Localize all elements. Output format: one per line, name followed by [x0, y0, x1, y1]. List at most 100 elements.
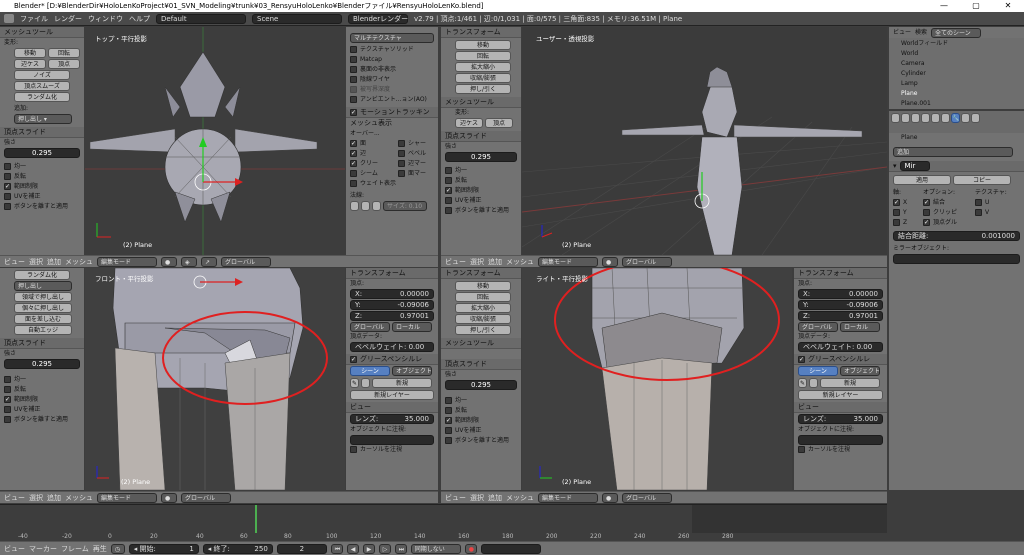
render-tab-icon[interactable]: [891, 113, 900, 123]
record-icon[interactable]: ●: [464, 543, 477, 554]
check-clamp-2[interactable]: ✓ 範囲制限: [4, 395, 80, 405]
tl-view-menu[interactable]: ビュー: [4, 544, 25, 554]
mesh-menu[interactable]: メッシュ: [65, 257, 93, 267]
opt-texture-solid[interactable]: テクスチャソリッド: [350, 45, 434, 55]
r-lens-field[interactable]: レンズ: 35.000: [798, 414, 883, 424]
opt-backface-culling[interactable]: 裏面の非表示: [350, 65, 434, 75]
select-menu-3[interactable]: 選択: [29, 493, 43, 503]
lock-cursor-check[interactable]: カーソルを注視: [346, 445, 438, 455]
axis-y[interactable]: Y: [893, 208, 923, 218]
orientation-selector-3[interactable]: グローバル: [181, 492, 231, 503]
scene-toggle[interactable]: シーン: [350, 366, 390, 376]
timeline[interactable]: -40 -20 0 20 40 60 80 100 120 140 160 18…: [0, 504, 887, 541]
r-new-layer-button[interactable]: 新規レイヤー: [798, 390, 883, 400]
lower-push-pull-button[interactable]: 押し/引く: [455, 325, 511, 335]
move-button[interactable]: 移動: [14, 48, 46, 58]
check-release-confirm-2[interactable]: ボタンを離すと適用: [4, 415, 80, 425]
select-menu-2[interactable]: 選択: [470, 257, 484, 267]
jump-end-icon[interactable]: ⏭: [394, 543, 407, 554]
tl-playback-menu[interactable]: 再生: [93, 544, 107, 554]
mid-rotate-button[interactable]: 回転: [455, 51, 511, 61]
axis-z[interactable]: Z: [893, 218, 923, 228]
select-menu-4[interactable]: 選択: [470, 493, 484, 503]
manipulator-icon[interactable]: ↗: [201, 256, 217, 267]
r-view-header[interactable]: ビュー: [794, 402, 887, 413]
orientation-selector-2[interactable]: グローバル: [622, 256, 672, 267]
grease-pencil-header[interactable]: ✓ グリースペンシルレ: [346, 354, 438, 365]
mode-selector-3[interactable]: 編集モード: [97, 492, 157, 503]
lower-check-flip[interactable]: 反転: [445, 406, 517, 416]
apply-button[interactable]: 適用: [893, 175, 951, 185]
normal-size-field[interactable]: サイズ: 0.10: [383, 201, 427, 211]
tex-u[interactable]: U: [975, 198, 1007, 208]
r-bevel-weight-field[interactable]: ベベルウェイト: 0.00: [798, 342, 883, 352]
editor-type-icon[interactable]: [4, 14, 14, 23]
start-frame-field[interactable]: ◂ 開始: 1: [128, 543, 199, 554]
amount-field-2[interactable]: 0.295: [4, 359, 80, 369]
keying-set-field[interactable]: [480, 543, 541, 554]
r-pin-icon[interactable]: [809, 378, 818, 388]
shading-sphere-icon-2[interactable]: ●: [602, 256, 618, 267]
constraints-tab-icon[interactable]: [941, 113, 950, 123]
play-icon[interactable]: ▶: [362, 543, 375, 554]
scene-tab-icon[interactable]: [911, 113, 920, 123]
opt-dof[interactable]: 被写界深度: [350, 85, 434, 95]
select-menu[interactable]: 選択: [29, 257, 43, 267]
r-object-toggle[interactable]: オブジェクト: [840, 366, 880, 376]
pin-icon[interactable]: [361, 378, 370, 388]
preview-range-icon[interactable]: ◷: [110, 543, 125, 554]
tl-frame-menu[interactable]: フレーム: [61, 544, 89, 554]
outliner-item-plane[interactable]: Plane: [901, 89, 1024, 99]
layout-selector[interactable]: Default: [156, 13, 246, 24]
show-edge-marks[interactable]: 辺マー: [398, 159, 426, 169]
new-layer-button[interactable]: 新規レイヤー: [350, 390, 434, 400]
extrude-dropdown[interactable]: 押し出し ▾: [14, 114, 72, 124]
tl-marker-menu[interactable]: マーカー: [29, 544, 57, 554]
opt-merge[interactable]: ✓ 結合: [923, 198, 975, 208]
menu-help[interactable]: ヘルプ: [129, 14, 150, 24]
show-edges[interactable]: ✓ 辺: [350, 149, 398, 159]
end-frame-field[interactable]: ◂ 終了: 250: [202, 543, 273, 554]
lower-amount-field[interactable]: 0.295: [445, 380, 517, 390]
outliner-view-menu[interactable]: ビュー: [893, 28, 911, 38]
vertex-z-field[interactable]: Z: 0.97001: [350, 311, 434, 321]
show-face-marks[interactable]: 面マー: [398, 169, 426, 179]
outliner-item-camera[interactable]: Camera: [901, 59, 1024, 69]
render-engine-selector[interactable]: Blenderレンダー: [348, 13, 408, 24]
mid-scale-button[interactable]: 拡大縮小: [455, 62, 511, 72]
mode-selector-4[interactable]: 編集モード: [538, 492, 598, 503]
extrude-individual-button[interactable]: 個々に押し出し: [14, 303, 72, 313]
mirror-modifier-header[interactable]: ▾ Mir: [889, 161, 1024, 172]
mid-check-release[interactable]: ボタンを離すと適用: [445, 206, 517, 216]
mesh-menu-2[interactable]: メッシュ: [506, 257, 534, 267]
mid-edge-slide-button[interactable]: 辺ケス: [455, 118, 483, 128]
mid-amount-field[interactable]: 0.295: [445, 152, 517, 162]
r-lock-cursor-check[interactable]: カーソルを注視: [794, 445, 887, 455]
r-grease-pencil-header[interactable]: ✓ グリースペンシルレ: [794, 354, 887, 365]
scene-selector[interactable]: Scene: [252, 13, 342, 24]
mode-selector[interactable]: 編集モード: [97, 256, 157, 267]
lower-scale-button[interactable]: 拡大縮小: [455, 303, 511, 313]
merge-distance-field[interactable]: 結合距離: 0.001000: [893, 231, 1020, 241]
jump-start-icon[interactable]: ⏮: [330, 543, 343, 554]
add-menu-4[interactable]: 追加: [488, 493, 502, 503]
outliner-display-mode[interactable]: 全てのシーン: [931, 27, 982, 38]
outliner-item-plane001[interactable]: Plane.001: [901, 99, 1024, 109]
r-new-button[interactable]: 新規: [820, 378, 880, 388]
edge-slide-button[interactable]: 辺ケス: [14, 59, 46, 69]
local-toggle[interactable]: ローカル: [392, 322, 432, 332]
r-pencil-icon[interactable]: ✎: [798, 378, 807, 388]
outliner-item-lamp[interactable]: Lamp: [901, 79, 1024, 89]
mode-selector-2[interactable]: 編集モード: [538, 256, 598, 267]
vertex-normal-icon[interactable]: [350, 201, 359, 211]
copy-button[interactable]: コピー: [953, 175, 1011, 185]
shading-sphere-icon[interactable]: ●: [161, 256, 177, 267]
viewport-user[interactable]: ユーザー・透視投影 (2) Plane: [522, 27, 887, 255]
lower-check-correct-uv[interactable]: UVを補正: [445, 426, 517, 436]
opt-clipping[interactable]: クリッピ: [923, 208, 975, 218]
shading-sphere-icon-4[interactable]: ●: [602, 492, 618, 503]
mesh-menu-4[interactable]: メッシュ: [506, 493, 534, 503]
new-button[interactable]: 新規: [372, 378, 432, 388]
check-correct-uv-2[interactable]: UVを補正: [4, 405, 80, 415]
viewport-top[interactable]: トップ・平行投影 (2) Plane: [85, 27, 345, 255]
